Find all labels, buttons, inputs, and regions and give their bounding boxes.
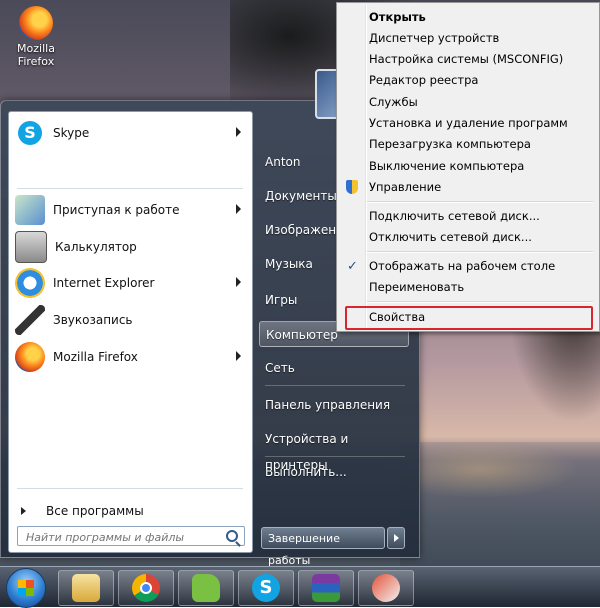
desktop-icon-label-line1: Mozilla [17,42,55,55]
uac-shield-icon [346,180,358,194]
desktop-firefox-shortcut[interactable]: Mozilla Firefox [8,6,64,68]
shutdown-options-arrow-icon[interactable] [387,527,405,549]
desktop-icon-label-line2: Firefox [17,55,55,68]
start-menu-programs-pane: Skype Приступая к работе Калькулятор Int… [8,111,253,553]
skype-icon: S [252,574,280,602]
internet-explorer-icon [15,268,45,298]
chrome-icon [132,574,160,602]
place-network[interactable]: Сеть [259,355,409,381]
start-search-box[interactable] [17,526,245,546]
program-calculator[interactable]: Калькулятор [13,230,247,264]
menu-item-open[interactable]: Открыть [339,7,595,28]
checkmark-icon: ✓ [347,259,358,274]
search-icon[interactable] [226,530,238,542]
menu-item-manage[interactable]: Управление [339,177,595,198]
menu-item-disconnect-network-drive[interactable]: Отключить сетевой диск... [339,227,595,248]
skype-icon [15,118,45,148]
submenu-arrow-icon[interactable] [236,351,241,361]
taskbar: S [0,566,600,608]
sea-background [400,442,600,566]
taskbar-chrome-button[interactable] [118,570,174,606]
submenu-arrow-icon[interactable] [236,277,241,287]
context-menu: Открыть Диспетчер устройств Настройка си… [336,2,600,332]
menu-item-shutdown[interactable]: Выключение компьютера [339,156,595,177]
program-label: Internet Explorer [53,276,155,290]
divider [17,188,243,189]
microphone-icon [15,305,45,335]
windows-explorer-icon [72,574,100,602]
menu-separator [367,201,593,203]
all-programs-button[interactable]: Все программы [17,500,243,522]
taskbar-ccleaner-button[interactable] [358,570,414,606]
menu-item-show-on-desktop[interactable]: ✓ Отображать на рабочем столе [339,256,595,277]
program-label: Mozilla Firefox [53,350,138,364]
program-label: Калькулятор [55,240,137,254]
properties-highlight-box [345,306,593,330]
place-devices-printers[interactable]: Устройства и принтеры [259,426,409,472]
submenu-arrow-icon[interactable] [236,204,241,214]
program-mozilla-firefox[interactable]: Mozilla Firefox [13,340,247,374]
program-getting-started[interactable]: Приступая к работе [13,193,247,227]
calculator-icon [15,231,47,263]
taskbar-skype-button[interactable]: S [238,570,294,606]
program-label: Звукозапись [53,313,133,327]
search-input[interactable] [24,528,222,546]
getting-started-icon [15,195,45,225]
menu-item-device-manager[interactable]: Диспетчер устройств [339,28,595,49]
program-label: Skype [53,126,90,140]
taskbar-explorer-button[interactable] [58,570,114,606]
menu-item-msconfig[interactable]: Настройка системы (MSCONFIG) [339,49,595,70]
program-skype[interactable]: Skype [13,116,247,150]
divider [265,456,405,457]
taskbar-winrar-button[interactable] [298,570,354,606]
taskbar-evernote-button[interactable] [178,570,234,606]
submenu-arrow-icon[interactable] [236,127,241,137]
firefox-icon [19,6,53,40]
menu-separator [367,301,593,303]
divider [265,385,405,386]
place-run[interactable]: Выполнить... [259,459,409,485]
evernote-icon [192,574,220,602]
place-control-panel[interactable]: Панель управления [259,392,409,418]
shutdown-button[interactable]: Завершение работы [261,527,385,567]
program-internet-explorer[interactable]: Internet Explorer [13,266,247,300]
program-sound-recorder[interactable]: Звукозапись [13,303,247,337]
menu-item-label: Отображать на рабочем столе [369,259,556,273]
menu-item-registry-editor[interactable]: Редактор реестра [339,70,595,91]
menu-item-restart[interactable]: Перезагрузка компьютера [339,134,595,155]
ccleaner-icon [372,574,400,602]
start-button[interactable] [6,568,46,608]
menu-item-label: Управление [369,180,442,194]
firefox-icon [15,342,45,372]
program-label: Приступая к работе [53,203,180,217]
menu-item-services[interactable]: Службы [339,92,595,113]
divider [17,488,243,489]
menu-separator [367,251,593,253]
all-programs-label: Все программы [46,504,144,518]
menu-item-rename[interactable]: Переименовать [339,277,595,298]
menu-item-programs-features[interactable]: Установка и удаление программ [339,113,595,134]
winrar-icon [312,574,340,602]
triangle-right-icon [21,507,26,515]
menu-item-map-network-drive[interactable]: Подключить сетевой диск... [339,206,595,227]
